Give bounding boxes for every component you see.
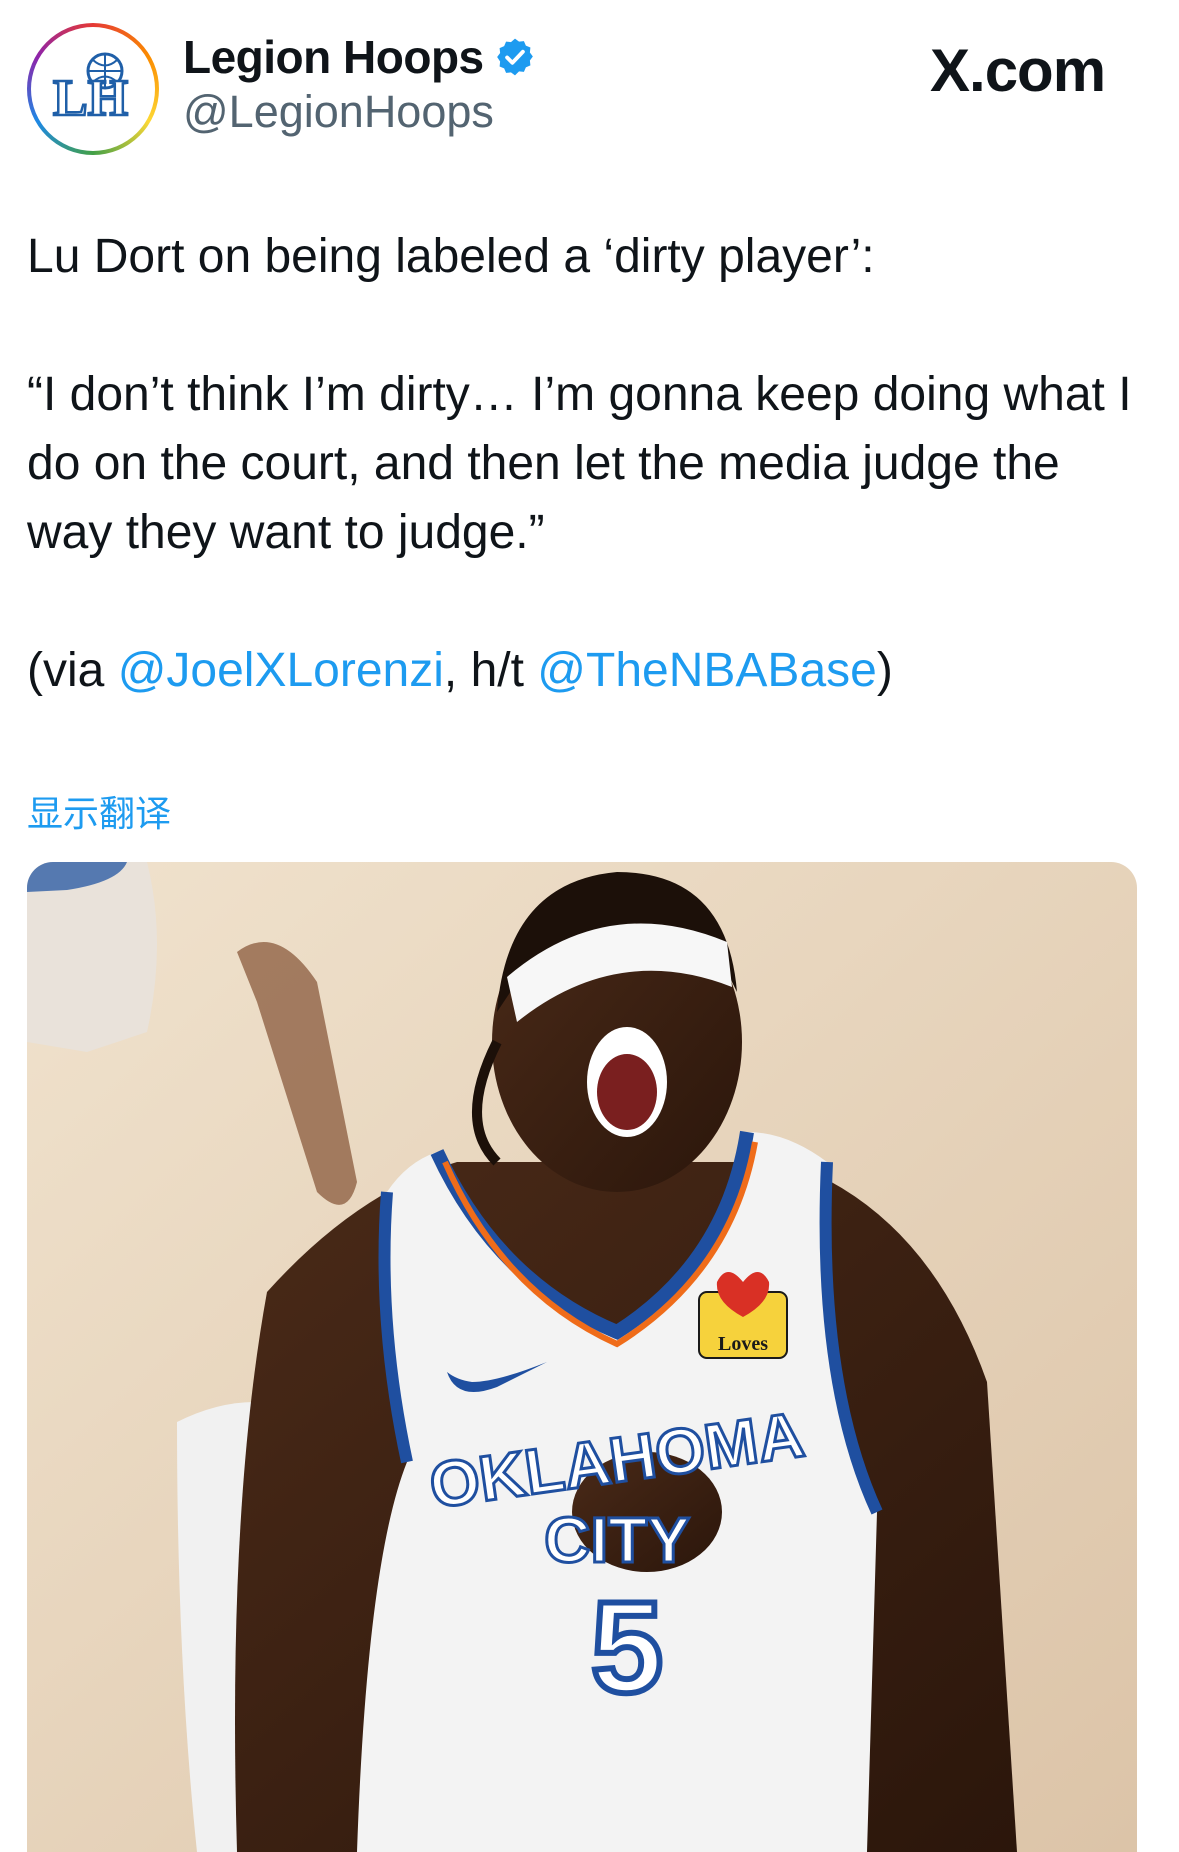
via-prefix: (via	[27, 644, 118, 697]
player-photo-illustration: Loves OKLAHOMA CITY 5	[27, 862, 1137, 1852]
sponsor-patch-text: Loves	[718, 1333, 768, 1355]
jersey-number: 5	[591, 1574, 663, 1720]
show-translation-link[interactable]: 显示翻译	[27, 785, 171, 837]
avatar[interactable]: LH	[27, 23, 159, 155]
jersey-city-text: CITY	[544, 1504, 690, 1576]
tweet-intro: Lu Dort on being labeled a ‘dirty player…	[27, 230, 875, 283]
user-handle[interactable]: @LegionHoops	[183, 86, 494, 138]
svg-text:LH: LH	[53, 70, 128, 127]
avatar-logo: LH	[31, 27, 155, 151]
via-suffix: )	[876, 644, 893, 697]
author-name-row: Legion Hoops	[183, 30, 536, 84]
ht-text: , h/t	[443, 644, 538, 697]
tweet-quote: “I don’t think I’m dirty… I’m gonna keep…	[27, 368, 1145, 559]
tweet-media-photo[interactable]: Loves OKLAHOMA CITY 5	[27, 862, 1137, 1852]
display-name[interactable]: Legion Hoops	[183, 30, 484, 84]
mention-joelxlorenzi[interactable]: @JoelXLorenzi	[118, 644, 444, 697]
tweet-text: Lu Dort on being labeled a ‘dirty player…	[27, 222, 1137, 705]
mention-thenbabase[interactable]: @TheNBABase	[537, 644, 877, 697]
x-logo-icon: X.com	[930, 37, 1106, 104]
verified-badge-icon	[496, 38, 533, 76]
legion-hoops-logo-icon: LH	[35, 31, 151, 147]
